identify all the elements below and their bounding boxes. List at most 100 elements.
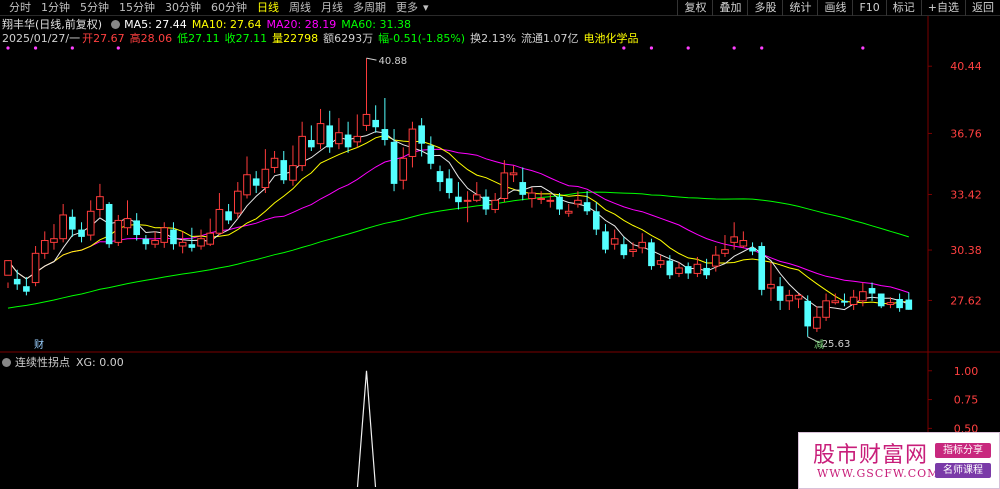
candle-body-94: [868, 288, 876, 294]
candle-body-60: [556, 196, 563, 210]
candle-body-97: [896, 299, 903, 309]
watermark-tag-indicator: 指标分享: [935, 443, 991, 458]
candle-body-90: [831, 300, 840, 304]
candle-body-47: [436, 171, 444, 183]
candle-body-87: [804, 300, 812, 327]
candle-body-84: [776, 286, 784, 301]
candle-body-19: [178, 241, 187, 247]
candle-body-11: [105, 203, 113, 245]
candle-body-43: [399, 157, 408, 181]
candle-body-67: [620, 244, 628, 256]
candle-body-51: [472, 194, 481, 201]
high-pointer: [366, 57, 377, 61]
indicator-settings-icon[interactable]: [2, 357, 11, 367]
candle-body-35: [326, 125, 334, 148]
candle-body-62: [574, 199, 582, 205]
candle-body-46: [427, 145, 435, 164]
indicator-tick-label-1: 0.75: [954, 394, 979, 407]
signal-dot-0: [6, 46, 10, 50]
candle-body-88: [813, 316, 821, 329]
candle-body-22: [206, 232, 215, 245]
candle-body-44: [408, 128, 417, 157]
candle-body-17: [160, 227, 169, 243]
price-tick-label-4: 27.62: [950, 294, 982, 307]
candle-body-82: [758, 246, 766, 290]
low-price-label: 25.63: [822, 339, 851, 350]
price-tick-label-2: 33.42: [950, 188, 982, 201]
signal-dot-5: [649, 46, 654, 50]
candle-body-76: [703, 267, 710, 276]
signal-dot-4: [622, 46, 626, 50]
candle-body-20: [188, 244, 196, 248]
candle-body-72: [666, 260, 674, 276]
candle-body-89: [822, 300, 830, 318]
candle-body-71: [656, 260, 665, 265]
candle-body-59: [546, 199, 555, 202]
xg-indicator-line: [356, 370, 377, 488]
candle-body-39: [362, 113, 371, 126]
candle-body-12: [114, 219, 123, 243]
candle-body-73: [675, 267, 683, 274]
candle-body-63: [583, 202, 591, 212]
candle-body-28: [261, 168, 270, 189]
candle-body-21: [197, 238, 205, 247]
candle-body-66: [610, 238, 619, 245]
signal-dot-7: [732, 46, 736, 50]
candle-body-69: [638, 241, 647, 249]
candle-body-65: [602, 231, 609, 250]
candle-body-83: [767, 283, 775, 289]
candle-body-75: [693, 263, 702, 274]
price-tick-label-0: 40.44: [950, 60, 982, 73]
candle-body-49: [455, 196, 462, 203]
candle-body-26: [243, 174, 251, 196]
candle-body-45: [418, 125, 425, 144]
candle-body-6: [59, 214, 67, 240]
candle-body-52: [482, 196, 490, 210]
candle-body-74: [684, 266, 692, 274]
candle-body-68: [629, 249, 637, 252]
candle-body-50: [463, 199, 472, 202]
candle-body-58: [537, 198, 545, 200]
reduce-marker: 减: [814, 339, 824, 351]
candle-body-9: [86, 210, 95, 236]
indicator-name: 连续性拐点: [15, 356, 70, 369]
watermark-tag-course: 名师课程: [935, 463, 991, 478]
candle-body-36: [335, 132, 343, 145]
candle-body-54: [500, 172, 509, 200]
ma10-line: [7, 134, 909, 305]
ma5-line: [7, 131, 909, 311]
candle-body-95: [877, 293, 885, 307]
signal-dot-1: [33, 46, 38, 50]
candle-body-64: [592, 211, 600, 230]
candle-body-23: [215, 208, 224, 234]
candle-body-3: [31, 252, 40, 284]
candle-body-48: [445, 178, 453, 194]
watermark-url: WWW.GSCFW.COM: [817, 467, 940, 480]
high-price-label: 40.88: [378, 56, 407, 67]
candle-body-37: [344, 134, 352, 148]
candle-body-91: [841, 300, 848, 303]
candle-body-93: [859, 291, 867, 302]
candle-body-55: [509, 172, 518, 176]
candle-body-77: [711, 254, 720, 267]
candle-body-15: [142, 238, 150, 245]
signal-dot-3: [116, 46, 120, 50]
signal-dot-2: [70, 46, 74, 50]
candle-body-29: [270, 157, 279, 168]
candle-body-53: [491, 199, 499, 210]
candle-body-61: [564, 210, 573, 214]
candle-body-38: [353, 135, 362, 143]
candle-body-70: [648, 242, 655, 267]
candle-body-56: [519, 182, 527, 195]
signal-dot-6: [686, 46, 690, 50]
candle-body-14: [133, 220, 140, 236]
finance-marker: 财: [34, 338, 44, 351]
watermark-title: 股市财富网: [813, 443, 929, 468]
ma20-line: [7, 148, 909, 294]
price-tick-label-3: 30.38: [950, 244, 982, 257]
candle-body-85: [785, 294, 794, 302]
candle-body-0: [4, 260, 12, 276]
kline-chart[interactable]: 40.4436.7633.4230.3827.621.000.750.500.2…: [0, 0, 1000, 489]
candle-body-24: [225, 211, 232, 221]
candle-body-41: [381, 129, 389, 141]
